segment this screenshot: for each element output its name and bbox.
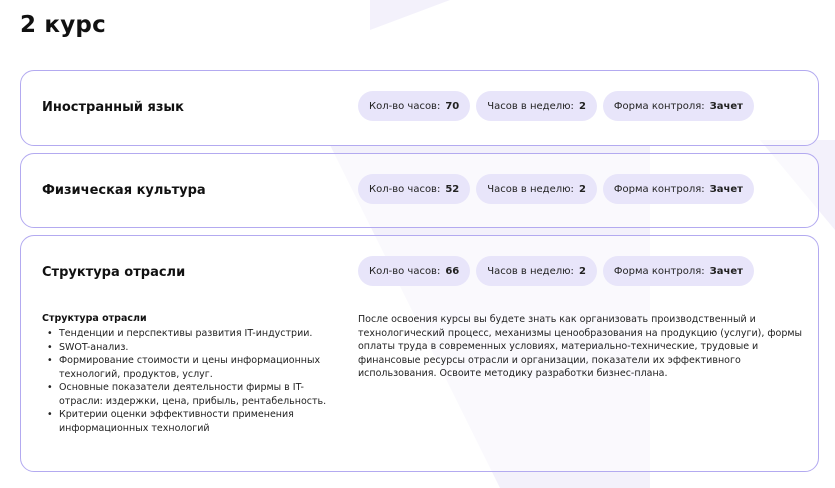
topics-heading: Структура отрасли: [42, 313, 147, 324]
per-week-label: Часов в неделю:: [487, 100, 574, 112]
course-card-foreign-language[interactable]: Иностранный язык Кол-во часов: 70 Часов …: [20, 70, 819, 146]
topic-text: Критерии оценки эффективности применения…: [59, 409, 294, 434]
topic-item: • Тенденции и перспективы развития IT-инд…: [47, 328, 313, 339]
control-value: Зачет: [709, 265, 743, 277]
course-stats: Кол-во часов: 66 Часов в неделю: 2 Форма…: [358, 256, 754, 286]
course-title: Иностранный язык: [42, 100, 184, 115]
course-description: После освоения курсы вы будете знать как…: [358, 314, 803, 379]
per-week-value: 2: [578, 265, 586, 277]
page-title: 2 курс: [20, 12, 106, 38]
per-week-pill: Часов в неделю: 2: [476, 174, 597, 204]
topic-text: SWOT-анализ.: [59, 341, 129, 353]
per-week-pill: Часов в неделю: 2: [476, 256, 597, 286]
hours-value: 66: [445, 265, 460, 277]
control-pill: Форма контроля: Зачет: [602, 174, 754, 204]
control-pill: Форма контроля: Зачет: [602, 91, 754, 121]
control-label: Форма контроля:: [613, 265, 705, 277]
topic-item: • Основные показатели деятельности фирмы …: [47, 382, 327, 407]
course-topics: Структура отрасли • Тенденции и перспекти…: [42, 313, 342, 435]
control-label: Форма контроля:: [613, 183, 705, 195]
hours-label: Кол-во часов:: [369, 100, 441, 112]
topic-text: Основные показатели деятельности фирмы в…: [59, 382, 327, 407]
topic-item: • SWOT-анализ.: [47, 341, 129, 353]
control-label: Форма контроля:: [613, 100, 705, 112]
topic-text: Формирование стоимости и цены информацио…: [59, 355, 321, 380]
hours-pill: Кол-во часов: 52: [358, 174, 471, 204]
course-title: Структура отрасли: [42, 265, 186, 280]
control-value: Зачет: [709, 183, 743, 195]
course-title: Физическая культура: [42, 183, 206, 198]
course-card-physical-education[interactable]: Физическая культура Кол-во часов: 52 Час…: [20, 153, 819, 228]
per-week-label: Часов в неделю:: [487, 183, 574, 195]
course-card-industry-structure[interactable]: Структура отрасли Кол-во часов: 66 Часов…: [20, 235, 819, 472]
control-pill: Форма контроля: Зачет: [602, 256, 754, 286]
course-stats: Кол-во часов: 70 Часов в неделю: 2 Форма…: [358, 91, 754, 121]
per-week-label: Часов в неделю:: [487, 265, 574, 277]
course-stats: Кол-во часов: 52 Часов в неделю: 2 Форма…: [358, 174, 754, 204]
hours-value: 70: [445, 100, 460, 112]
per-week-pill: Часов в неделю: 2: [476, 91, 597, 121]
topic-item: • Критерии оценки эффективности применени…: [47, 409, 294, 434]
topics-list: • Тенденции и перспективы развития IT-инд…: [42, 327, 342, 435]
hours-value: 52: [445, 183, 460, 195]
per-week-value: 2: [578, 100, 586, 112]
control-value: Зачет: [709, 100, 743, 112]
hours-pill: Кол-во часов: 66: [358, 256, 471, 286]
topic-item: • Формирование стоимости и цены информаци…: [47, 355, 321, 380]
hours-label: Кол-во часов:: [369, 265, 441, 277]
hours-pill: Кол-во часов: 70: [358, 91, 471, 121]
hours-label: Кол-во часов:: [369, 183, 441, 195]
topic-text: Тенденции и перспективы развития IT-инду…: [59, 328, 313, 339]
per-week-value: 2: [578, 183, 586, 195]
